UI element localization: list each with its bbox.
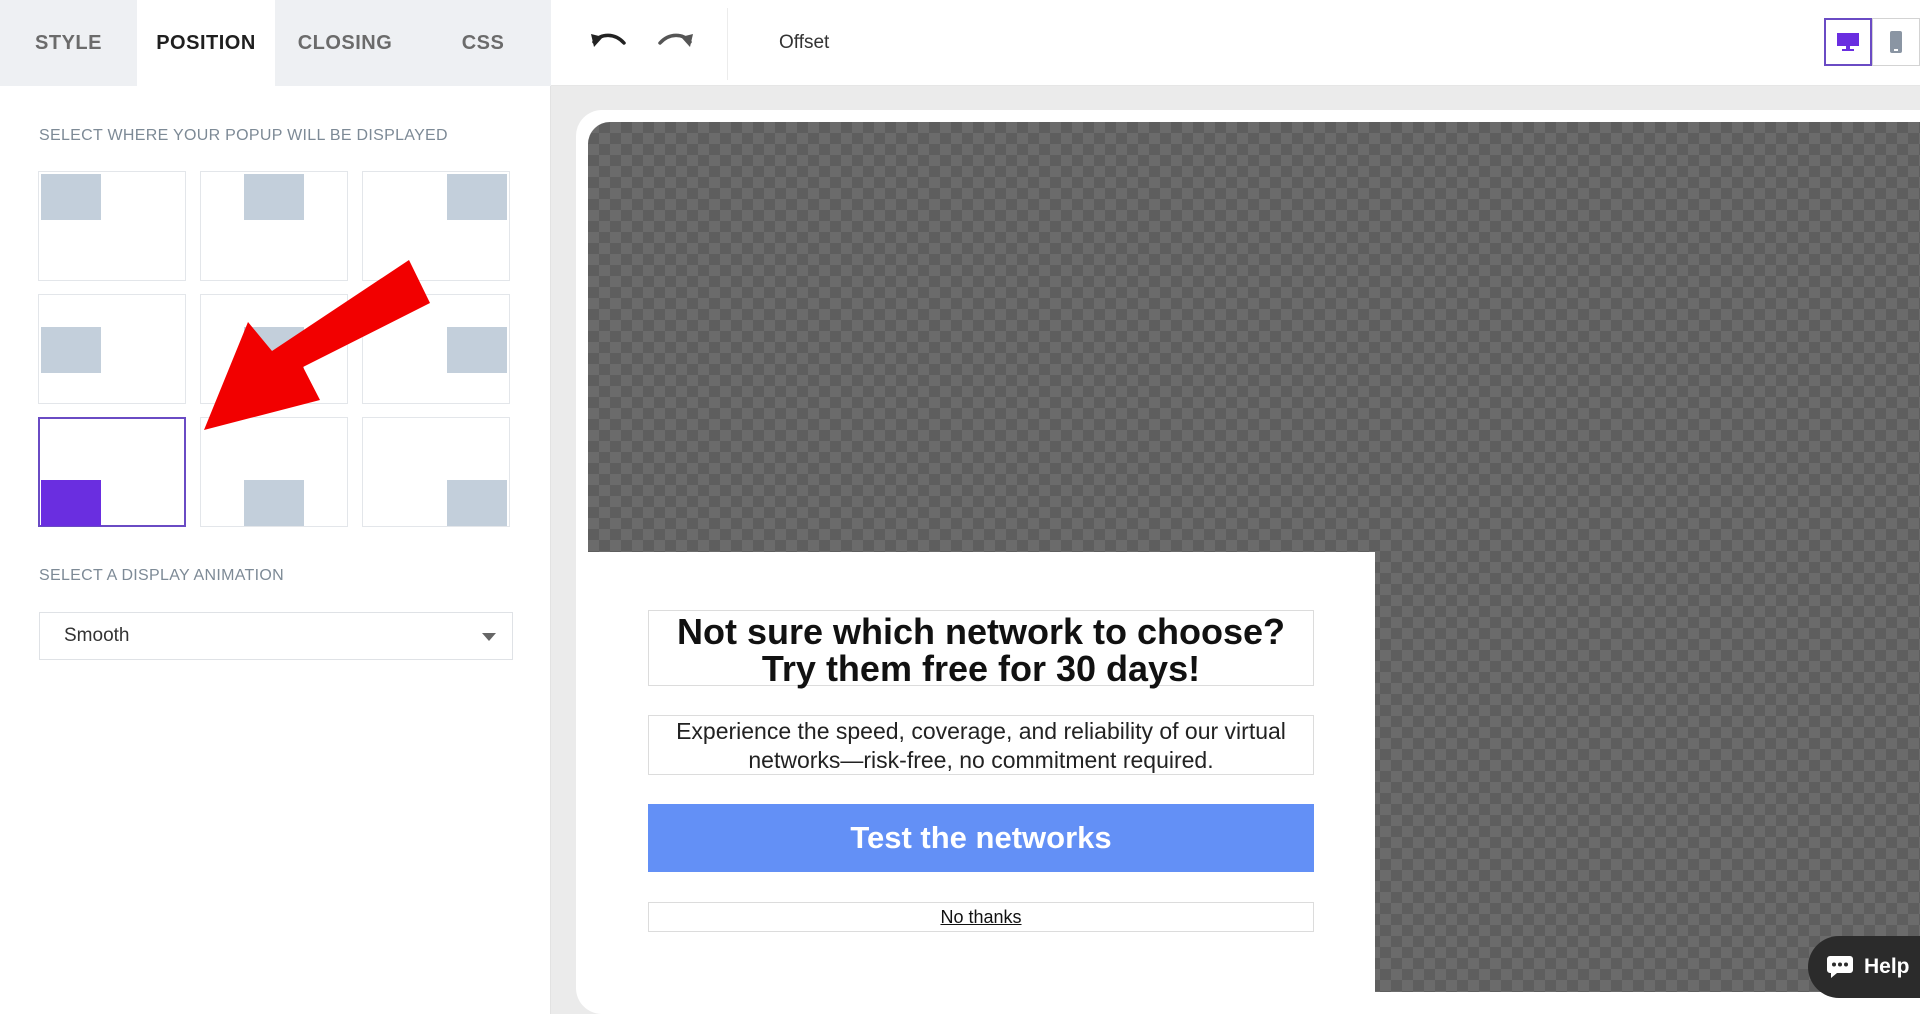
no-thanks-link[interactable]: No thanks bbox=[648, 902, 1314, 932]
position-block bbox=[244, 480, 304, 526]
popup-preview: Not sure which network to choose? Try th… bbox=[588, 552, 1375, 992]
mobile-icon bbox=[1890, 31, 1902, 53]
tab-style[interactable]: STYLE bbox=[0, 0, 137, 86]
animation-select-value: Smooth bbox=[64, 625, 130, 646]
position-block bbox=[447, 174, 507, 220]
redo-icon bbox=[658, 33, 693, 47]
undo-button[interactable] bbox=[587, 22, 631, 62]
test-networks-button[interactable]: Test the networks bbox=[648, 804, 1314, 872]
popup-text[interactable]: Experience the speed, coverage, and reli… bbox=[648, 715, 1314, 775]
popup-title-line: Not sure which network to choose? bbox=[676, 611, 1286, 652]
position-block bbox=[41, 327, 101, 373]
animation-section-label: SELECT A DISPLAY ANIMATION bbox=[39, 567, 284, 584]
popup-title-line: Try them free for 30 days! bbox=[761, 648, 1201, 689]
desktop-icon bbox=[1837, 33, 1859, 51]
popup-title[interactable]: Not sure which network to choose? Try th… bbox=[648, 610, 1314, 689]
position-top-left[interactable] bbox=[38, 171, 186, 281]
offset-label[interactable]: Offset bbox=[779, 32, 829, 54]
position-middle-left[interactable] bbox=[38, 294, 186, 404]
toolbar-divider bbox=[727, 8, 728, 80]
popup-text-line: Experience the speed, coverage, and reli… bbox=[676, 718, 1286, 744]
chevron-down-icon bbox=[482, 633, 496, 641]
position-block bbox=[447, 327, 507, 373]
tab-bar: STYLE POSITION CLOSING CSS bbox=[0, 0, 551, 86]
help-button[interactable]: Help bbox=[1808, 936, 1920, 998]
redo-button[interactable] bbox=[653, 22, 697, 62]
device-toggle bbox=[1824, 18, 1920, 66]
tab-closing[interactable]: CLOSING bbox=[275, 0, 415, 86]
tab-css[interactable]: CSS bbox=[415, 0, 551, 86]
preview-toolbar: Offset bbox=[551, 0, 1920, 86]
position-bottom-left[interactable] bbox=[38, 417, 186, 527]
desktop-view-button[interactable] bbox=[1824, 18, 1872, 66]
position-section-label: SELECT WHERE YOUR POPUP WILL BE DISPLAYE… bbox=[39, 127, 448, 144]
help-label: Help bbox=[1864, 955, 1910, 978]
tab-position[interactable]: POSITION bbox=[137, 0, 275, 86]
undo-icon bbox=[591, 33, 626, 47]
animation-select[interactable]: Smooth bbox=[39, 612, 513, 660]
position-block bbox=[447, 480, 507, 526]
chat-bubble-icon bbox=[1827, 956, 1853, 978]
position-block bbox=[244, 174, 304, 220]
popup-text-line: networks—risk-free, no commitment requir… bbox=[748, 747, 1214, 773]
mobile-view-button[interactable] bbox=[1872, 18, 1920, 66]
position-block-selected bbox=[41, 480, 101, 526]
settings-panel: STYLE POSITION CLOSING CSS SELECT WHERE … bbox=[0, 0, 551, 1014]
red-arrow-icon bbox=[204, 260, 430, 430]
position-block bbox=[41, 174, 101, 220]
